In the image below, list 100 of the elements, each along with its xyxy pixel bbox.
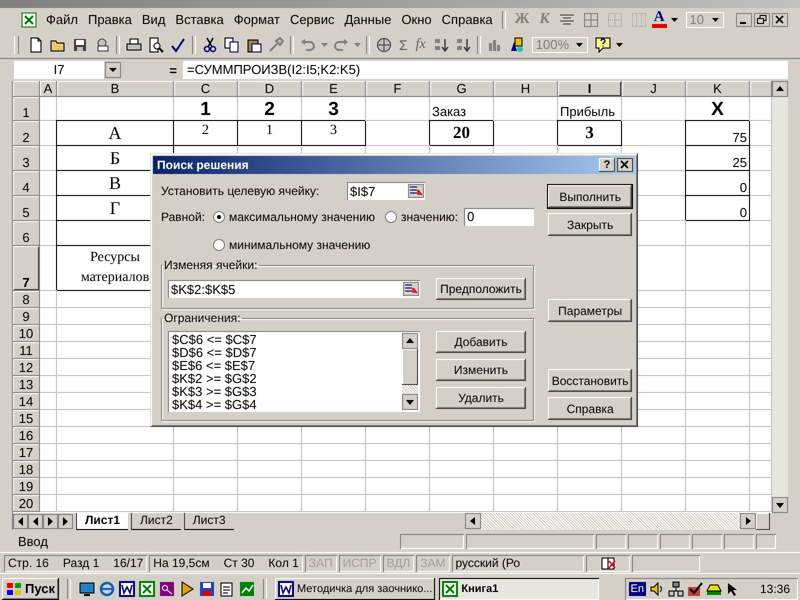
list-item[interactable]: $K$2 >= $G$2 xyxy=(172,372,402,385)
row-header[interactable]: 19 xyxy=(13,478,40,495)
column-header[interactable]: C xyxy=(174,81,238,97)
row-header[interactable]: 9 xyxy=(13,308,40,325)
scissors-icon[interactable] xyxy=(202,36,218,52)
list-item[interactable]: $K$3 >= $G$3 xyxy=(172,385,402,398)
row-header[interactable]: 1 xyxy=(13,97,40,121)
select-all-button[interactable] xyxy=(13,81,40,97)
row-header[interactable]: 6 xyxy=(13,221,40,246)
constraint-button[interactable]: Изменить xyxy=(436,359,526,381)
menu-item[interactable]: Правка xyxy=(84,12,136,27)
radio-option[interactable]: минимальному значению xyxy=(213,238,370,252)
row-header[interactable]: 12 xyxy=(13,359,40,376)
checkmark-icon[interactable] xyxy=(686,580,703,596)
print-preview-icon[interactable] xyxy=(148,36,164,52)
scroll-up-icon[interactable] xyxy=(402,333,418,349)
dialog-button[interactable]: Справка xyxy=(548,397,632,420)
constraint-button[interactable]: Добавить xyxy=(436,331,526,353)
minimize-icon[interactable] xyxy=(736,12,752,26)
list-item[interactable]: $C$6 <= $C$7 xyxy=(172,333,402,346)
menu-item[interactable]: Вид xyxy=(138,12,170,27)
value-field[interactable]: 0 xyxy=(464,208,534,226)
paste-icon[interactable] xyxy=(246,36,262,52)
scroll-up-icon[interactable] xyxy=(772,81,788,97)
cell-picker-icon[interactable] xyxy=(403,282,419,296)
scroll-thumb[interactable] xyxy=(756,513,770,530)
row-header[interactable]: 13 xyxy=(13,376,40,393)
language-indicator[interactable]: En xyxy=(628,582,646,596)
redo-icon[interactable] xyxy=(333,36,349,52)
align-center-icon[interactable] xyxy=(558,12,575,28)
dialog-button[interactable]: Параметры xyxy=(548,299,632,322)
globe-icon[interactable] xyxy=(376,36,392,52)
column-header[interactable]: G xyxy=(430,81,494,97)
menu-item[interactable]: Окно xyxy=(397,12,436,27)
row-header[interactable]: 3 xyxy=(13,146,40,171)
scroll-right-icon[interactable] xyxy=(740,513,756,529)
list-item[interactable]: $K$4 >= $G$4 xyxy=(172,398,402,410)
name-box[interactable]: I7 xyxy=(14,61,104,79)
scroll-track[interactable] xyxy=(402,385,418,394)
row-header[interactable]: 18 xyxy=(13,461,40,478)
key-icon[interactable] xyxy=(159,580,175,596)
row-header[interactable]: 17 xyxy=(13,444,40,461)
guess-button[interactable]: Предположить xyxy=(436,278,526,300)
previous-sheet-icon[interactable] xyxy=(28,514,43,529)
changing-cells-field[interactable]: $K$2:$K$5 xyxy=(168,280,420,298)
formula-field[interactable]: =СУММПРОИЗВ(I2:I5;K2:K5) xyxy=(183,61,788,79)
caret-icon[interactable] xyxy=(712,18,719,22)
new-document-icon[interactable] xyxy=(28,36,44,52)
row-header[interactable]: 5 xyxy=(13,196,40,221)
row-header[interactable]: 15 xyxy=(13,410,40,427)
row-header[interactable]: 11 xyxy=(13,342,40,359)
row-header[interactable]: 8 xyxy=(13,291,40,308)
menu-item[interactable]: Файл xyxy=(42,12,82,27)
network-icon[interactable] xyxy=(668,580,684,596)
radio-icon[interactable] xyxy=(213,211,225,223)
sheet-tab[interactable]: Лист2 xyxy=(131,513,181,530)
help-button[interactable]: ? xyxy=(599,158,615,172)
row-header[interactable]: 10 xyxy=(13,325,40,342)
row-header[interactable]: 7 xyxy=(13,246,40,291)
sort-ascending-icon[interactable] xyxy=(432,36,449,52)
column-header[interactable]: I xyxy=(558,81,622,97)
book-icon[interactable] xyxy=(600,555,616,571)
scroll-thumb[interactable] xyxy=(402,349,418,385)
column-header[interactable]: B xyxy=(57,81,174,97)
caret-icon[interactable] xyxy=(670,18,678,22)
row-header[interactable]: 4 xyxy=(13,171,40,196)
vertical-scrollbar[interactable] xyxy=(772,81,788,513)
caret-icon[interactable] xyxy=(576,42,583,46)
constraints-list[interactable]: $C$6 <= $C$7 $D$6 <= $D$7 $E$6 <= $E$7 $K$2 >= $G$2 $K$3 >= $G$3 $K$4 >= $G$4 xyxy=(168,331,420,412)
menu-item[interactable]: Справка xyxy=(438,12,497,27)
chart-sheet-icon[interactable] xyxy=(239,580,255,596)
browser-icon[interactable] xyxy=(99,580,115,596)
list-item[interactable]: $E$6 <= $E$7 xyxy=(172,359,402,372)
spelling-check-icon[interactable] xyxy=(170,36,186,52)
start-button[interactable]: Пуск xyxy=(2,578,59,600)
menu-item[interactable]: Вставка xyxy=(171,12,228,27)
dropdown-button[interactable] xyxy=(105,62,121,78)
document-app-icon[interactable] xyxy=(119,580,135,596)
last-sheet-icon[interactable] xyxy=(58,514,73,529)
print-icon[interactable] xyxy=(126,36,142,52)
taskbar-button[interactable]: Книга1 xyxy=(439,578,600,600)
restore-icon[interactable] xyxy=(754,12,770,26)
function-button[interactable]: fx xyxy=(412,36,430,52)
menu-item[interactable]: Сервис xyxy=(286,12,338,27)
row-header[interactable]: 16 xyxy=(13,427,40,444)
paintbrush-icon[interactable] xyxy=(268,36,284,52)
dialog-button[interactable]: Закрыть xyxy=(548,213,632,236)
font-color-button[interactable]: A xyxy=(652,11,667,28)
menu-item[interactable]: Формат xyxy=(230,12,284,27)
dialog-button[interactable]: Восстановить xyxy=(548,369,632,392)
list-scrollbar[interactable] xyxy=(402,333,418,410)
speaker-icon[interactable] xyxy=(648,580,665,596)
taskbar-button[interactable]: Методичка для заочнико... xyxy=(275,578,436,600)
undo-icon[interactable] xyxy=(300,36,316,52)
sheet-tab[interactable]: Лист3 xyxy=(184,513,234,530)
target-cell-field[interactable]: $I$7 xyxy=(347,182,425,200)
borders-icon[interactable] xyxy=(582,12,599,28)
sum-button[interactable]: Σ xyxy=(395,36,412,52)
dialog-button[interactable]: Выполнить xyxy=(548,185,632,208)
spreadsheet-icon[interactable] xyxy=(139,580,155,596)
